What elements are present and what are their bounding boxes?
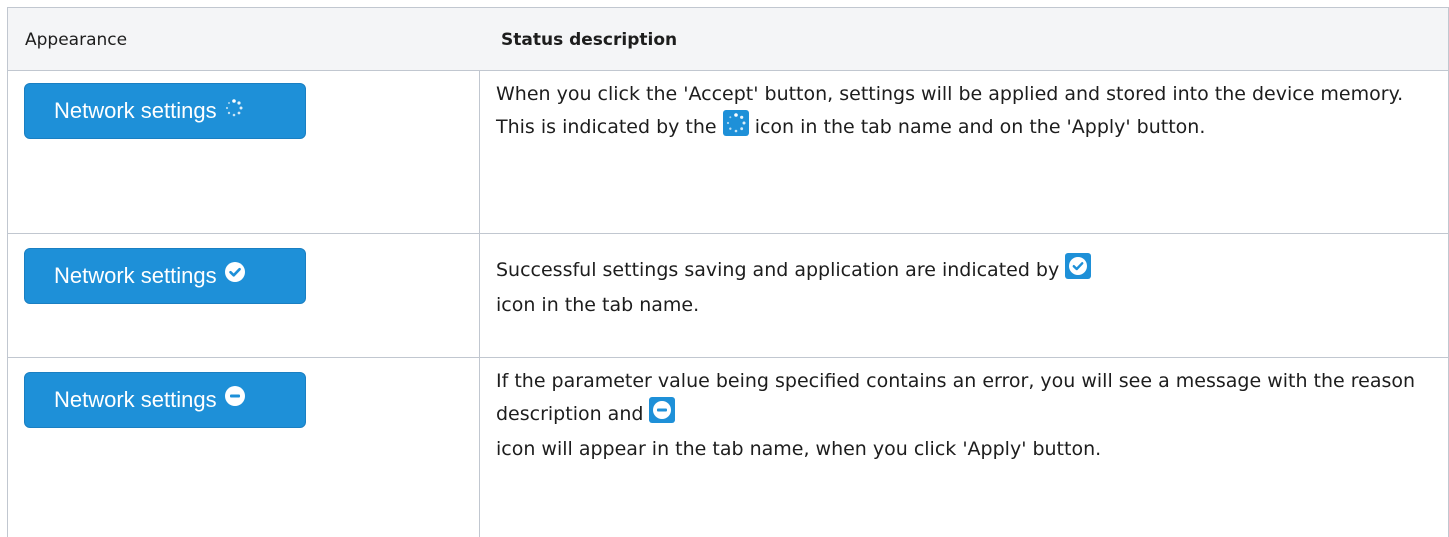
table-row-appearance-applying: Network settings bbox=[7, 70, 480, 234]
header-appearance-cell: Appearance bbox=[7, 7, 480, 71]
network-settings-button-error[interactable]: Network settings bbox=[24, 372, 306, 428]
check-circle-icon bbox=[1065, 253, 1092, 289]
table-row-appearance-success: Network settings bbox=[7, 233, 480, 358]
network-settings-label: Network settings bbox=[54, 387, 217, 412]
description-applying-text-2: icon in the tab name and on the 'Apply' … bbox=[754, 116, 1206, 138]
table-row-description-applying: When you click the 'Accept' button, sett… bbox=[479, 70, 1449, 234]
description-success-text-1: Successful settings saving and applicati… bbox=[496, 259, 1060, 281]
description-success: Successful settings saving and applicati… bbox=[496, 253, 1428, 321]
table-row-description-error: If the parameter value being specified c… bbox=[479, 357, 1449, 537]
status-table: Appearance Status description Network se… bbox=[0, 0, 1449, 537]
table-row-appearance-error: Network settings bbox=[7, 357, 480, 537]
table-row-description-success: Successful settings saving and applicati… bbox=[479, 233, 1449, 358]
description-error-text-1: If the parameter value being specified c… bbox=[496, 370, 1416, 425]
spinner-icon bbox=[225, 83, 243, 137]
check-circle-icon bbox=[224, 248, 245, 302]
network-settings-button-applying[interactable]: Network settings bbox=[24, 83, 306, 139]
header-appearance: Appearance bbox=[25, 30, 128, 50]
minus-circle-icon bbox=[649, 397, 676, 433]
spinner-icon bbox=[722, 110, 749, 146]
network-settings-label: Network settings bbox=[54, 98, 217, 123]
description-applying: When you click the 'Accept' button, sett… bbox=[496, 78, 1428, 146]
header-status-description: Status description bbox=[501, 30, 678, 50]
minus-circle-icon bbox=[224, 372, 245, 426]
description-error: If the parameter value being specified c… bbox=[496, 365, 1428, 465]
network-settings-button-success[interactable]: Network settings bbox=[24, 248, 306, 304]
network-settings-label: Network settings bbox=[54, 263, 217, 288]
description-success-text-2: icon in the tab name. bbox=[496, 294, 700, 316]
header-status-description-cell: Status description bbox=[479, 7, 1449, 71]
description-error-text-2: icon will appear in the tab name, when y… bbox=[496, 438, 1102, 460]
